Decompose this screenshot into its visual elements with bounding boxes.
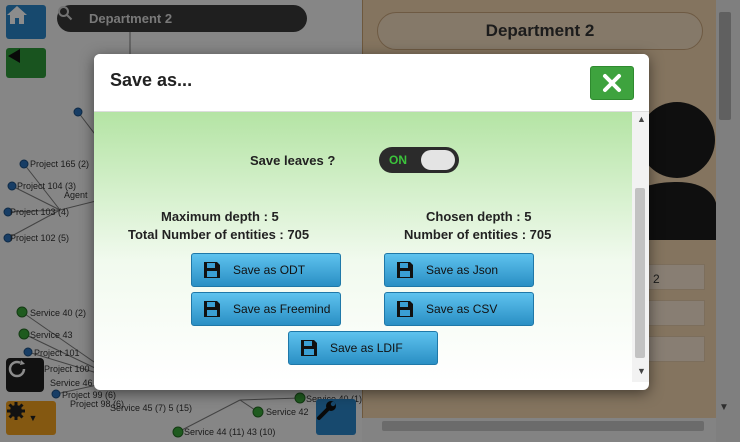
save-as-odt-label: Save as ODT <box>233 263 306 277</box>
save-as-odt-button[interactable]: Save as ODT <box>191 253 341 287</box>
floppy-disk-icon <box>396 260 416 280</box>
close-button[interactable] <box>590 66 634 100</box>
dialog-scrollbar-thumb[interactable] <box>635 188 645 358</box>
toggle-knob[interactable] <box>421 150 455 170</box>
floppy-disk-icon <box>396 299 416 319</box>
floppy-disk-icon <box>300 338 320 358</box>
save-leaves-label: Save leaves ? <box>250 153 336 168</box>
save-leaves-toggle[interactable]: ON <box>379 147 459 173</box>
dialog-body: Save leaves ? ON Maximum depth : 5 Total… <box>94 112 632 382</box>
save-as-json-button[interactable]: Save as Json <box>384 253 534 287</box>
floppy-disk-icon <box>203 260 223 280</box>
save-as-freemind-button[interactable]: Save as Freemind <box>191 292 341 326</box>
close-icon <box>603 74 621 92</box>
total-entities-text: Total Number of entities : 705 <box>128 227 310 242</box>
chosen-depth-text: Chosen depth : 5 <box>426 209 532 224</box>
save-as-freemind-label: Save as Freemind <box>233 302 331 316</box>
maximum-depth-text: Maximum depth : 5 <box>161 209 279 224</box>
dialog-header: Save as... <box>94 54 649 112</box>
scroll-down-icon[interactable]: ▼ <box>637 366 646 376</box>
toggle-state-label: ON <box>389 153 407 167</box>
save-as-ldif-button[interactable]: Save as LDIF <box>288 331 438 365</box>
save-as-json-label: Save as Json <box>426 263 499 277</box>
floppy-disk-icon <box>203 299 223 319</box>
dialog-title: Save as... <box>110 70 193 90</box>
save-as-ldif-label: Save as LDIF <box>330 341 403 355</box>
save-as-csv-button[interactable]: Save as CSV <box>384 292 534 326</box>
save-as-dialog: Save as... Save leaves ? ON Maximum dept… <box>94 54 649 390</box>
scroll-up-icon[interactable]: ▲ <box>637 114 646 124</box>
number-of-entities-text: Number of entities : 705 <box>404 227 552 242</box>
save-as-csv-label: Save as CSV <box>426 302 498 316</box>
dialog-scrollbar[interactable]: ▲ ▼ <box>632 112 649 382</box>
